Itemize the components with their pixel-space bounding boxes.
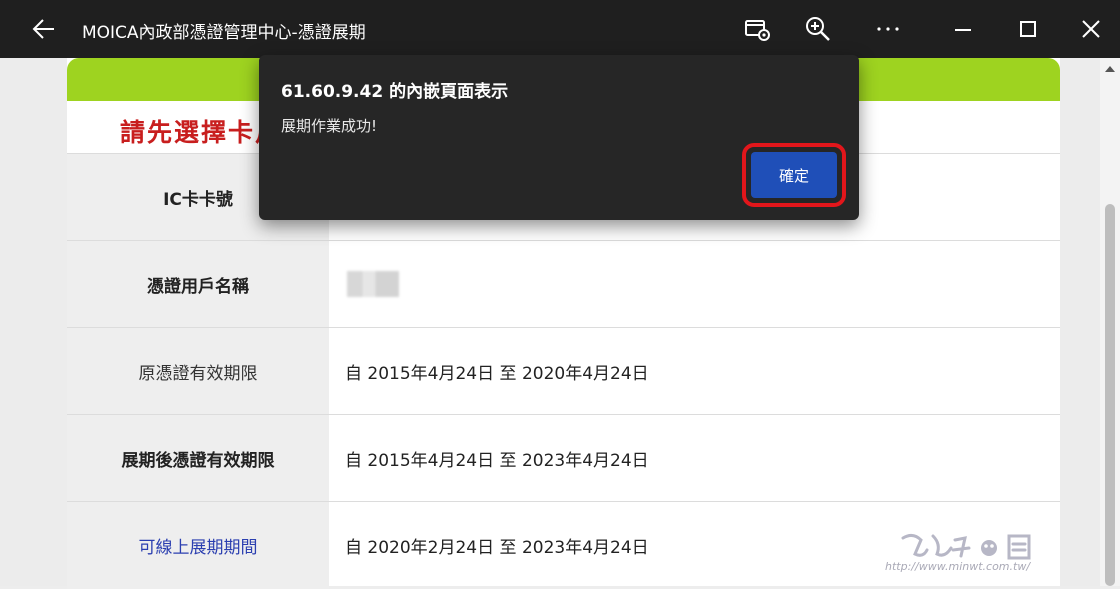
from-date: 2020年2月24日 xyxy=(367,538,495,558)
back-arrow-icon[interactable] xyxy=(30,15,58,43)
to-date: 2020年4月24日 xyxy=(521,364,649,384)
minimize-icon[interactable] xyxy=(948,14,978,44)
ok-button[interactable]: 確定 xyxy=(751,152,837,198)
more-icon[interactable] xyxy=(873,14,903,44)
from-word: 自 xyxy=(345,451,362,471)
close-icon[interactable] xyxy=(1076,14,1106,44)
row-value: 自 2015年4月24日 至 2023年4月24日 xyxy=(345,415,649,502)
alert-dialog: 61.60.9.42 的內嵌頁面表示 展期作業成功! 確定 xyxy=(259,55,859,220)
zoom-in-icon[interactable] xyxy=(803,14,833,44)
from-date: 2015年4月24日 xyxy=(367,451,495,471)
row-label: 展期後憑證有效期限 xyxy=(67,415,329,502)
from-date: 2015年4月24日 xyxy=(367,364,495,384)
maximize-icon[interactable] xyxy=(1013,14,1043,44)
row-value: 自 2020年2月24日 至 2023年4月24日 xyxy=(345,502,649,589)
row-label: 可線上展期期間 xyxy=(67,502,329,589)
to-word: 至 xyxy=(499,451,517,471)
row-label: 原憑證有效期限 xyxy=(67,328,329,415)
card-heading: 請先選擇卡片 xyxy=(120,118,283,147)
app-settings-icon[interactable] xyxy=(742,14,772,44)
vertical-scrollbar[interactable] xyxy=(1100,58,1120,586)
watermark-url: http://www.minwt.com.tw/ xyxy=(885,560,1031,573)
to-word: 至 xyxy=(499,538,517,558)
row-value: 自 2015年4月24日 至 2020年4月24日 xyxy=(345,328,649,415)
row-extended-validity: 展期後憑證有效期限 自 2015年4月24日 至 2023年4月24日 xyxy=(67,414,1060,502)
title-bar: MOICA內政部憑證管理中心-憑證展期 xyxy=(0,0,1120,58)
to-word: 至 xyxy=(499,364,517,384)
window-title: MOICA內政部憑證管理中心-憑證展期 xyxy=(82,23,366,43)
scrollbar-thumb[interactable] xyxy=(1105,204,1115,586)
to-date: 2023年4月24日 xyxy=(521,451,649,471)
from-word: 自 xyxy=(345,538,362,558)
scroll-up-arrow-icon[interactable] xyxy=(1104,64,1116,74)
dialog-message: 展期作業成功! xyxy=(281,117,378,135)
row-label: 憑證用戶名稱 xyxy=(67,241,329,328)
to-date: 2023年4月24日 xyxy=(521,538,649,558)
row-certificate-user-name: 憑證用戶名稱 xyxy=(67,240,1060,328)
from-word: 自 xyxy=(345,364,362,384)
dialog-title: 61.60.9.42 的內嵌頁面表示 xyxy=(281,82,509,102)
row-original-validity: 原憑證有效期限 自 2015年4月24日 至 2020年4月24日 xyxy=(67,327,1060,415)
blurred-user-name xyxy=(347,271,399,297)
